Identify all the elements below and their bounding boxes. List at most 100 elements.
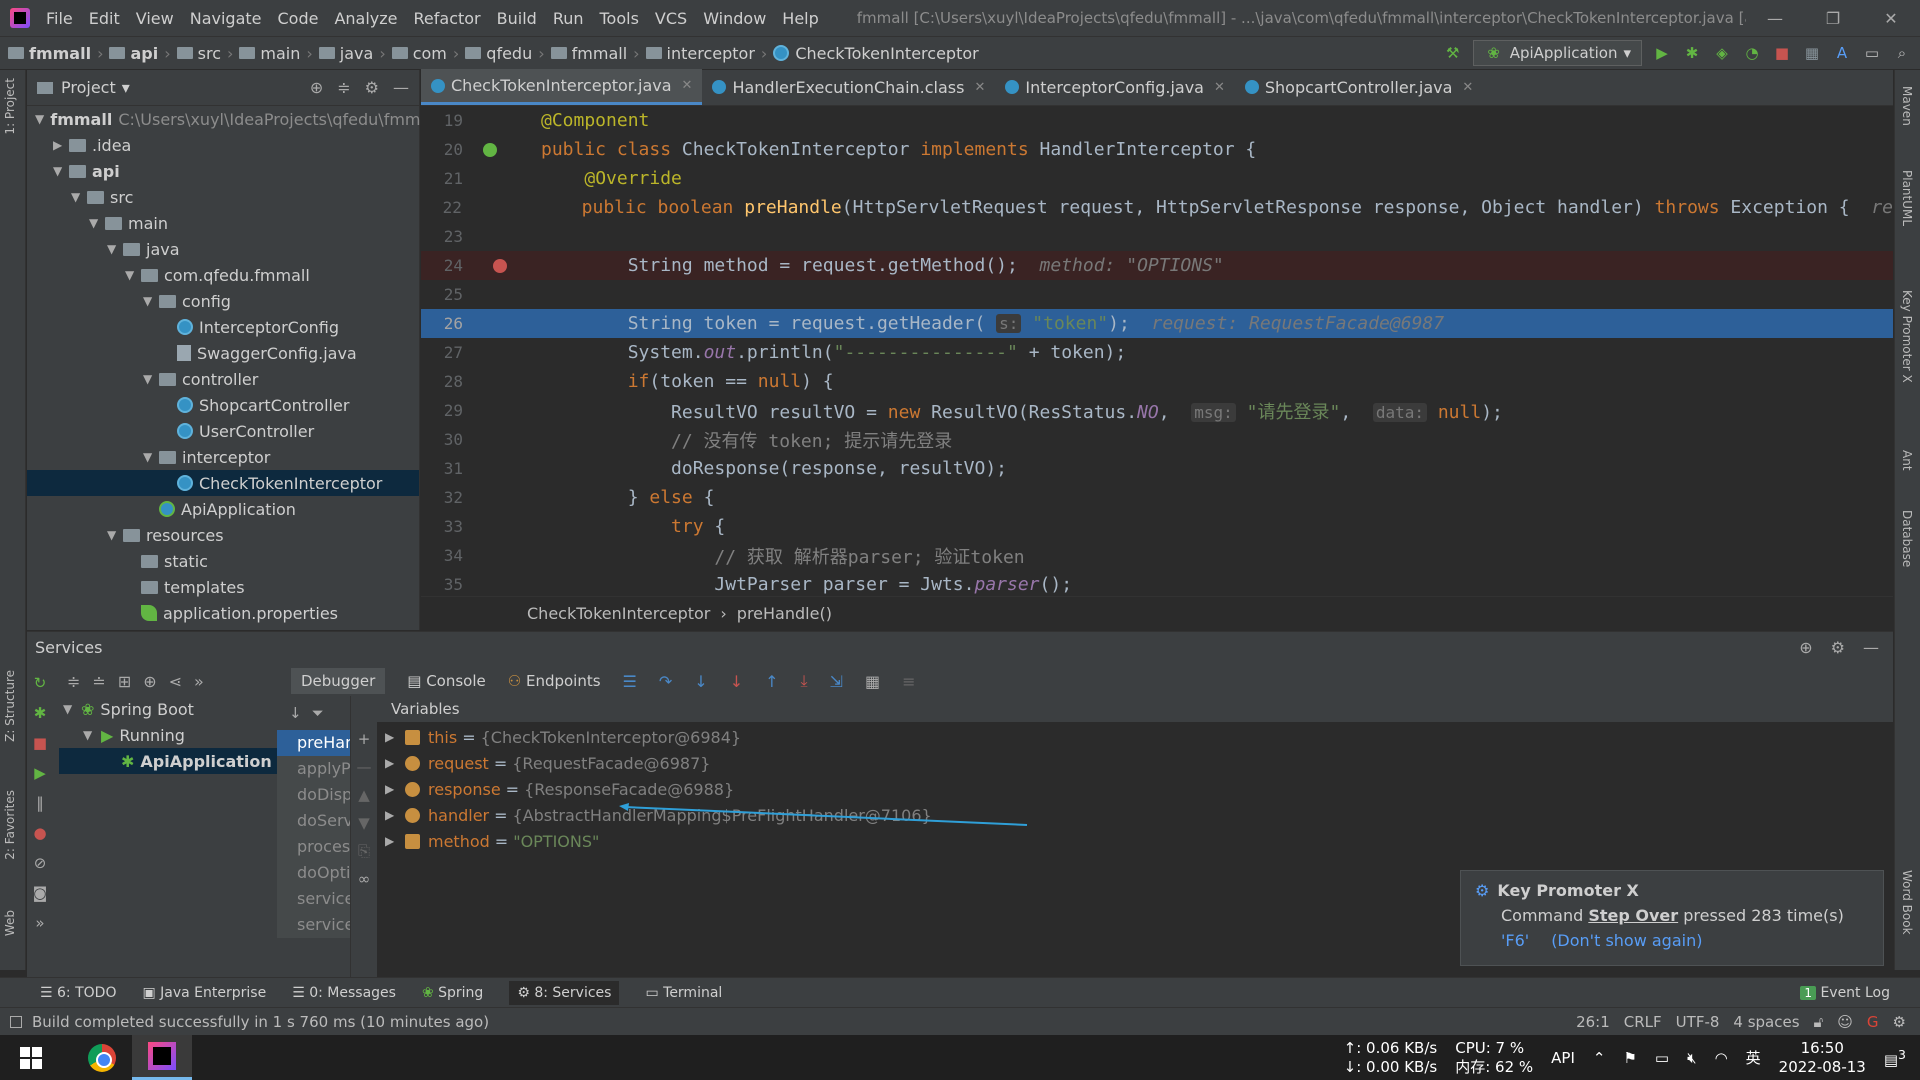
menu-edit[interactable]: Edit [81,9,128,28]
service-item[interactable]: ▼ ▶ Running [59,722,277,748]
ant-tool-tab[interactable]: Ant [1900,450,1914,471]
menu-help[interactable]: Help [774,9,826,28]
code-line[interactable]: 22 public boolean preHandle(HttpServletR… [421,193,1893,222]
inspector-icon[interactable]: ☺ [1837,1013,1853,1031]
project-structure-icon[interactable]: ▦ [1802,43,1822,63]
chevron-down-icon[interactable]: ▼ [143,450,159,464]
menu-vcs[interactable]: VCS [647,9,695,28]
line-number[interactable]: 27 [421,343,469,362]
service-item[interactable]: ▼ ❀ Spring Boot [59,696,277,722]
tree-item[interactable]: ▼ resources [27,522,419,548]
editor-tab[interactable]: HandlerExecutionChain.class ✕ [702,69,995,105]
notification-icon[interactable]: ▤3 [1884,1047,1906,1069]
tree-item[interactable]: ▶ .idea [27,132,419,158]
close-tab-icon[interactable]: ✕ [682,78,693,93]
close-tab-icon[interactable]: ✕ [1462,80,1473,95]
crumb-method[interactable]: preHandle() [737,604,832,623]
line-number[interactable]: 28 [421,372,469,391]
drop-frame-icon[interactable]: ⤓ [801,671,808,691]
code-line[interactable]: 31 doResponse(response, resultVO); [421,454,1893,483]
variable-row[interactable]: ▶ method = "OPTIONS" [351,828,1893,854]
chevron-down-icon[interactable]: ▼ [71,190,87,204]
tree-item[interactable]: application.properties [27,600,419,626]
tree-item[interactable]: InterceptorConfig [27,314,419,340]
up-icon[interactable]: ▲ [358,786,370,804]
breadcrumb-item[interactable]: com › [391,44,459,63]
build-hammer-icon[interactable]: ⚒ [1443,43,1463,63]
gutter[interactable] [469,541,529,570]
code-line[interactable]: 32 } else { [421,483,1893,512]
editor-tab[interactable]: InterceptorConfig.java ✕ [995,69,1235,105]
lock-icon[interactable]: 🔓︎ [1814,1013,1824,1031]
gutter[interactable] [469,367,529,396]
glasses-icon[interactable]: ∞ [358,870,371,888]
tree-item[interactable]: UserController [27,418,419,444]
code-line[interactable]: 29 ResultVO resultVO = new ResultVO(ResS… [421,396,1893,425]
structure-tool-tab[interactable]: Z: Structure [3,670,17,742]
gutter[interactable] [469,280,529,309]
plantuml-tool-tab[interactable]: PlantUML [1900,170,1914,226]
api-label[interactable]: API [1551,1049,1575,1067]
chevron-right-icon[interactable]: ▶ [53,138,69,152]
menu-build[interactable]: Build [489,9,545,28]
gutter[interactable] [469,309,529,338]
line-number[interactable]: 30 [421,430,469,449]
windows-start-icon[interactable] [20,1046,42,1069]
chevron-down-icon[interactable]: ▼ [83,728,101,742]
line-number[interactable]: 29 [421,401,469,420]
line-number[interactable]: 21 [421,169,469,188]
add-watch-icon[interactable]: + [358,730,371,748]
editor-tab[interactable]: CheckTokenInterceptor.java ✕ [421,69,703,105]
filter-icon[interactable]: ⏷ [312,704,324,722]
evaluate-icon[interactable]: ▦ [865,672,880,691]
chevron-down-icon[interactable]: ▼ [35,112,44,126]
translate-icon[interactable]: A [1832,43,1852,63]
close-icon[interactable]: ✕ [1862,9,1920,28]
force-step-into-icon[interactable]: ↓ [730,672,743,691]
maven-tool-tab[interactable]: Maven [1900,86,1914,126]
stack-frame[interactable]: doDisp [277,782,350,808]
gutter[interactable] [469,454,529,483]
gutter[interactable] [469,222,529,251]
dont-show-again-link[interactable]: (Don't show again) [1551,931,1702,950]
stack-frame[interactable]: applyPr [277,756,350,782]
more-icon[interactable]: » [194,672,204,691]
run-icon[interactable]: ▶ [1652,43,1672,63]
breakpoint-icon[interactable] [493,259,507,273]
google-icon[interactable]: G [1867,1013,1879,1031]
line-number[interactable]: 33 [421,517,469,536]
variable-row[interactable]: ▶ request = {RequestFacade@6987} [351,750,1893,776]
group-icon[interactable]: ⊞ [118,672,131,691]
run-to-cursor-icon[interactable]: ⇲ [830,672,843,691]
code-line[interactable]: 35 JwtParser parser = Jwts.parser(); [421,570,1893,596]
line-number[interactable]: 22 [421,198,468,217]
chevron-right-icon[interactable]: ▶ [385,756,405,770]
gutter[interactable] [469,106,529,135]
code-line[interactable]: 23 [421,222,1893,251]
tree-item[interactable]: ▼ interceptor [27,444,419,470]
tree-item[interactable]: ▼ main [27,210,419,236]
code-line[interactable]: 33 try { [421,512,1893,541]
presentation-icon[interactable]: ▭ [1862,43,1882,63]
ime-indicator[interactable]: 英 [1746,1047,1761,1068]
arrow-down-icon[interactable]: ↓ [289,704,302,722]
profile-icon[interactable]: ◔ [1742,43,1762,63]
debug-icon[interactable]: ✱ [1682,43,1702,63]
file-encoding[interactable]: UTF-8 [1676,1013,1720,1031]
collapse-all-icon[interactable]: ≐ [92,672,105,691]
gutter[interactable] [469,164,529,193]
tree-item[interactable]: ▼ config [27,288,419,314]
tree-item[interactable]: ▼ src [27,184,419,210]
battery-icon[interactable]: ▭ [1655,1049,1669,1067]
menu-run[interactable]: Run [545,9,592,28]
tab-endpoints[interactable]: ⚇ Endpoints [508,672,601,690]
search-icon[interactable]: ⌕ [1892,43,1912,63]
tree-item[interactable]: CheckTokenInterceptor [27,470,419,496]
chrome-taskbar-button[interactable] [72,1035,132,1080]
run-config-select[interactable]: ❀ ApiApplication ▾ [1472,40,1642,66]
chevron-right-icon[interactable]: ▶ [385,834,405,848]
minimize-icon[interactable]: — [1746,9,1804,28]
step-into-icon[interactable]: ↓ [694,672,707,691]
menu-analyze[interactable]: Analyze [326,9,405,28]
todo-tab[interactable]: ☰ 6: TODO [40,985,116,1001]
